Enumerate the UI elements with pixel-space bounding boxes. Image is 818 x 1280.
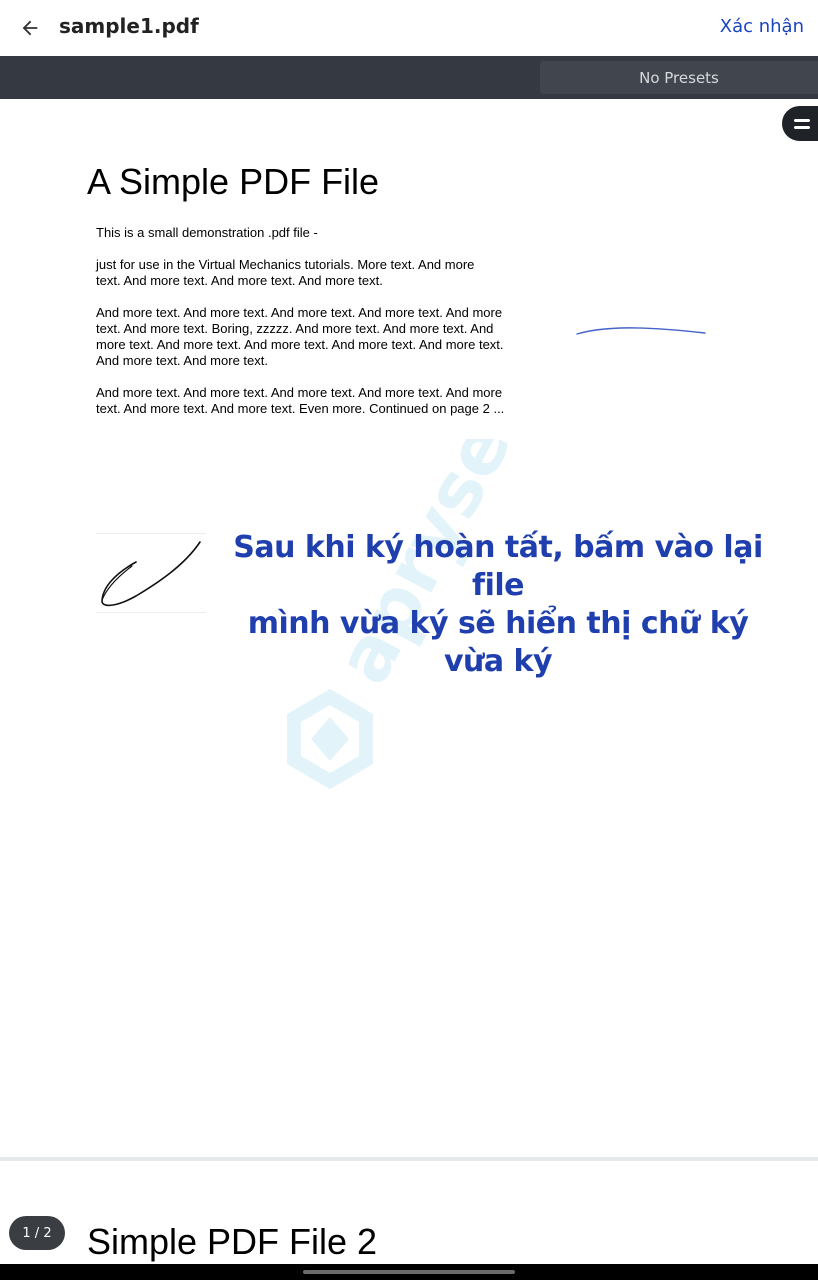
- signature-drawing: [101, 541, 201, 607]
- home-indicator[interactable]: [303, 1270, 515, 1274]
- pdf-page-2-heading: Simple PDF File 2: [87, 1221, 378, 1262]
- file-title: sample1.pdf: [59, 14, 199, 38]
- confirm-button[interactable]: Xác nhận: [720, 16, 804, 37]
- pdf-paragraph: just for use in the Virtual Mechanics tu…: [96, 257, 475, 288]
- caption-line-1: Sau khi ký hoàn tất, bấm vào lại file: [233, 530, 763, 603]
- instruction-caption: Sau khi ký hoàn tất, bấm vào lại file mì…: [218, 529, 778, 681]
- app-header: sample1.pdf Xác nhận: [0, 0, 818, 56]
- caption-line-2: mình vừa ký sẽ hiển thị chữ ký vừa ký: [247, 606, 749, 679]
- page-divider: [0, 1157, 818, 1161]
- pdf-heading: A Simple PDF File: [87, 161, 380, 202]
- pdf-page-1[interactable]: A Simple PDF File This is a small demons…: [0, 99, 818, 1157]
- menu-handle-icon[interactable]: [782, 106, 818, 141]
- page-indicator[interactable]: 1 / 2: [9, 1216, 65, 1250]
- arrow-left-icon: [22, 20, 38, 36]
- pdf-paragraph: And more text. And more text. And more t…: [96, 305, 504, 368]
- signature-annotation[interactable]: [96, 533, 206, 613]
- pdf-paragraph: And more text. And more text. And more t…: [96, 385, 505, 416]
- system-nav-bar: [0, 1264, 818, 1280]
- annotation-toolbar: No Presets: [0, 56, 818, 99]
- back-button[interactable]: [14, 12, 46, 44]
- ink-annotation-line[interactable]: [574, 321, 708, 341]
- pdf-paragraph: This is a small demonstration .pdf file …: [96, 225, 318, 240]
- presets-button[interactable]: No Presets: [540, 61, 818, 94]
